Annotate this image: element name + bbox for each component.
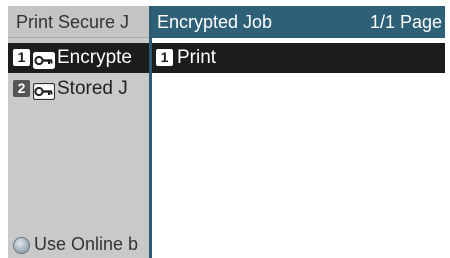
item-number-badge: 1 (13, 49, 30, 67)
panel-title: Encrypted Job (157, 12, 273, 32)
menu-item-label: Stored J (57, 78, 128, 99)
item-number-badge: 2 (13, 80, 30, 98)
page-indicator: 1/1 Page (369, 12, 442, 32)
use-online-label: Use Online b (34, 234, 139, 254)
menu-item-print[interactable]: 1 Print (152, 43, 445, 73)
key-icon (33, 49, 55, 70)
menu-item-label: Encrypte (57, 47, 132, 68)
menu-item-label: Print (177, 47, 217, 68)
key-icon (32, 80, 56, 101)
radio-button-icon[interactable] (13, 236, 30, 254)
panel-header: Encrypted Job 1/1 Page (152, 6, 445, 38)
item-number-badge: 1 (156, 49, 173, 67)
encrypted-job-panel: Encrypted Job 1/1 Page 1 Print (149, 6, 445, 258)
